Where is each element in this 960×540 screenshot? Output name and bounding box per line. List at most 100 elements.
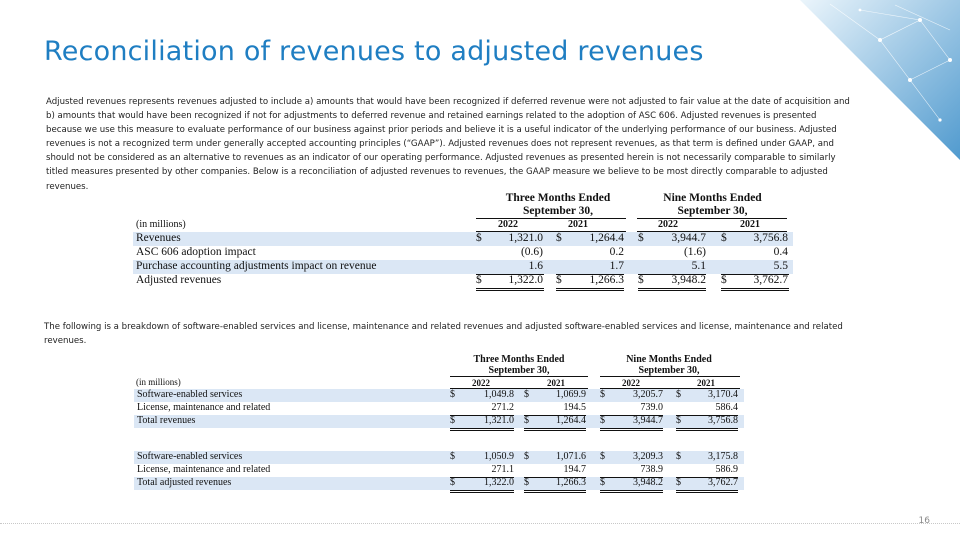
cell-value: 586.9 [715, 464, 739, 475]
total-underline [524, 428, 586, 429]
cell-value: 5.1 [691, 260, 706, 272]
cell-value: 1,264.4 [589, 232, 625, 244]
row-label: License, maintenance and related [137, 464, 271, 475]
cell-value: 1,264.4 [556, 415, 586, 426]
total-underline [600, 490, 663, 491]
nine-months-header: Nine Months Ended [663, 192, 762, 204]
cell-value: 738.9 [640, 464, 664, 475]
total-underline [676, 430, 738, 431]
three-months-subheader: September 30, [488, 365, 550, 376]
row-label: Adjusted revenues [136, 274, 222, 286]
subtotal-rule [556, 274, 624, 275]
cell-value: 3,756.8 [708, 415, 738, 426]
row-label: ASC 606 adoption impact [136, 246, 256, 258]
total-underline [676, 490, 738, 491]
cell-value: 1,266.3 [589, 274, 625, 286]
total-underline [600, 428, 663, 429]
table-row: Software-enabled services $1,050.9 $1,071.… [134, 451, 744, 464]
total-underline [721, 290, 789, 291]
three-months-header: Three Months Ended [505, 192, 611, 204]
cell-value: 0.4 [773, 246, 788, 258]
cell-value: 3,944.7 [671, 232, 707, 244]
total-underline [524, 492, 586, 493]
cell-value: 1,321.0 [484, 415, 514, 426]
units-label: (in millions) [136, 219, 186, 230]
table-row: Adjusted revenues $1,322.0 $1,266.3 $3,948.… [133, 274, 793, 288]
cell-value: 194.5 [563, 402, 587, 413]
cell-value: 1,322.0 [508, 274, 544, 286]
year-header: 2021 [547, 378, 565, 388]
year-header: 2021 [568, 219, 588, 230]
subtotal-rule [450, 477, 514, 478]
table-row: Revenues $1,321.0 $1,264.4 $3,944.7 $3,756.8 [133, 232, 793, 246]
slide-title: Reconciliation of revenues to adjusted r… [44, 36, 704, 67]
total-underline [676, 492, 738, 493]
table-row: Software-enabled services $1,049.8 $1,069.… [134, 389, 744, 402]
year-header: 2022 [658, 219, 678, 230]
cell-value: 1,049.8 [484, 389, 514, 400]
page-number: 16 [918, 516, 930, 526]
cell-value: 3,948.2 [671, 274, 707, 286]
cell-value: (0.6) [520, 246, 543, 258]
row-label: Software-enabled services [137, 389, 243, 400]
cell-value: 271.1 [491, 464, 515, 475]
row-label: Software-enabled services [137, 451, 243, 462]
total-underline [600, 492, 663, 493]
cell-value: 3,756.8 [753, 232, 789, 244]
year-header: 2022 [622, 378, 640, 388]
subtotal-rule [450, 415, 514, 416]
total-underline [721, 288, 789, 289]
cell-value: 3,205.7 [633, 389, 663, 400]
total-underline [524, 430, 586, 431]
cell-value: 1,321.0 [508, 232, 544, 244]
table-row: ASC 606 adoption impact (0.6) 0.2 (1.6) 0.4 [133, 246, 793, 260]
subtotal-rule [676, 477, 738, 478]
nine-months-subheader: September 30, [638, 365, 700, 376]
table-row: Total adjusted revenues $1,322.0 $1,266.3 $… [134, 477, 744, 490]
total-underline [556, 288, 624, 289]
total-underline [600, 430, 663, 431]
cell-value: 3,762.7 [753, 274, 789, 286]
total-underline [524, 490, 586, 491]
adjusted-revenues-reconciliation-table: Three Months Ended September 30, Nine Mo… [133, 192, 793, 292]
row-label: Total adjusted revenues [137, 477, 232, 488]
total-underline [638, 290, 706, 291]
total-underline [450, 490, 514, 491]
cell-value: 1,050.9 [484, 451, 514, 462]
cell-value: 1,266.3 [556, 477, 586, 488]
row-label: Total revenues [137, 415, 196, 426]
total-underline [556, 290, 624, 291]
total-underline [476, 288, 544, 289]
subtotal-rule [600, 415, 663, 416]
cell-value: (1.6) [683, 246, 706, 258]
subtotal-rule [476, 274, 544, 275]
table-row: License, maintenance and related 271.1 194… [134, 464, 744, 477]
cell-value: 3,948.2 [633, 477, 663, 488]
intro-paragraph: Adjusted revenues represents revenues ad… [46, 97, 850, 192]
subtotal-rule [524, 415, 586, 416]
row-label: Purchase accounting adjustments impact o… [136, 260, 377, 272]
year-header: 2021 [697, 378, 715, 388]
cell-value: 3,209.3 [633, 451, 663, 462]
cell-value: 3,944.7 [633, 415, 663, 426]
cell-value: 5.5 [773, 260, 788, 272]
row-label: License, maintenance and related [137, 402, 271, 413]
table-row: Total revenues $1,321.0 $1,264.4 $3,944.7 $3… [134, 415, 744, 428]
year-header: 2021 [740, 219, 760, 230]
cell-value: 1.6 [528, 260, 543, 272]
cell-value: 271.2 [491, 402, 515, 413]
year-header: 2022 [472, 378, 490, 388]
cell-value: 3,762.7 [708, 477, 738, 488]
revenue-breakdown-table: Three Months Ended September 30, Nine Mo… [134, 354, 744, 496]
three-months-header: Three Months Ended [473, 354, 565, 365]
footer-divider [0, 523, 960, 524]
total-underline [676, 428, 738, 429]
total-underline [450, 428, 514, 429]
subtotal-rule [524, 477, 586, 478]
total-underline [450, 492, 514, 493]
cell-value: 3,175.8 [708, 451, 738, 462]
nine-months-header: Nine Months Ended [626, 354, 712, 365]
row-label: Revenues [136, 232, 181, 244]
cell-value: 1.7 [609, 260, 624, 272]
total-underline [450, 430, 514, 431]
